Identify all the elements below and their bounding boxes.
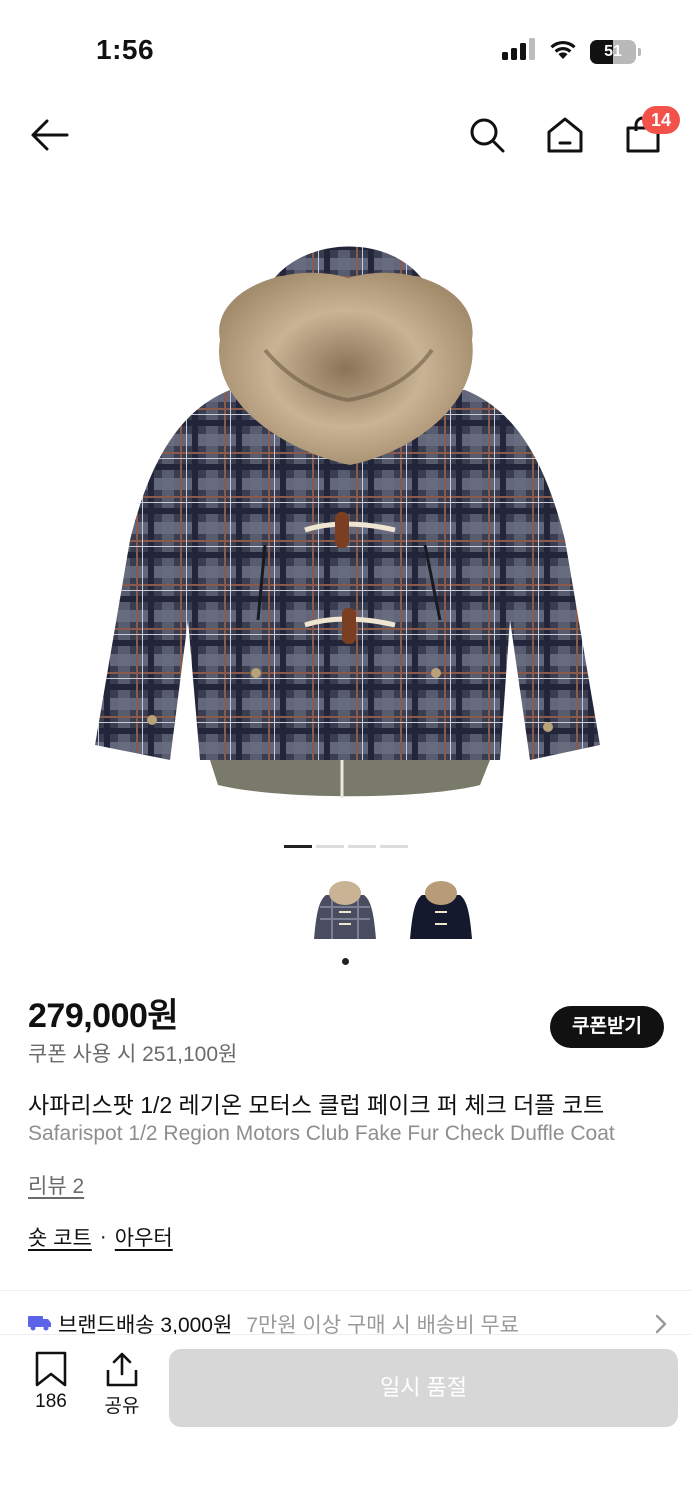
- bookmark-icon: [35, 1351, 67, 1387]
- category-separator: ·: [99, 1225, 107, 1248]
- battery-cap: [638, 47, 641, 56]
- thumbnail-check[interactable]: [306, 870, 384, 954]
- review-link[interactable]: 리뷰 2: [28, 1170, 84, 1200]
- battery-level: 51: [604, 42, 622, 60]
- title-fade-overlay: [622, 1118, 692, 1152]
- gallery-pagination: [284, 845, 408, 848]
- back-button[interactable]: [26, 112, 72, 158]
- duffle-coat-image: [95, 246, 600, 798]
- search-button[interactable]: [464, 112, 510, 158]
- truck-icon: [28, 1312, 52, 1336]
- wifi-icon: [548, 38, 578, 65]
- section-divider: [0, 1290, 692, 1291]
- gallery-dot: [284, 845, 312, 848]
- product-title-english: Safarispot 1/2 Region Motors Club Fake F…: [28, 1122, 615, 1145]
- battery-icon: 51: [590, 39, 641, 64]
- coupon-price: 쿠폰 사용 시 251,100원: [28, 1043, 238, 1066]
- product-image[interactable]: [60, 200, 632, 820]
- search-icon: [470, 118, 505, 153]
- category-short-coat[interactable]: 숏 코트: [28, 1222, 92, 1252]
- share-icon: [106, 1352, 138, 1387]
- status-time: 1:56: [96, 34, 155, 65]
- home-icon: [547, 117, 583, 153]
- signal-icon: [502, 38, 536, 65]
- gallery-dot: [380, 845, 408, 848]
- shipping-condition: 7만원 이상 구매 시 배송비 무료: [246, 1314, 520, 1336]
- product-title-korean: 사파리스팟 1/2 레기온 모터스 클럽 페이크 퍼 체크 더플 코트: [28, 1092, 605, 1118]
- cart-button[interactable]: 14: [620, 106, 680, 158]
- sold-out-button[interactable]: 일시 품절: [169, 1349, 678, 1427]
- thumbnail-check-image: [314, 881, 376, 939]
- chevron-right-icon: [654, 1314, 668, 1336]
- thumbnail-indicator: [342, 958, 349, 965]
- thumbnail-navy-image: [410, 881, 472, 939]
- share-button[interactable]: 공유: [104, 1351, 140, 1418]
- product-price: 279,000원: [28, 997, 179, 1035]
- bookmark-button[interactable]: 186: [34, 1351, 68, 1413]
- status-bar: 1:56 51: [0, 0, 692, 100]
- top-navigation: 14: [0, 100, 692, 170]
- status-icons: 51: [502, 38, 641, 65]
- gallery-dot: [316, 845, 344, 848]
- get-coupon-button[interactable]: 쿠폰받기: [550, 1006, 664, 1048]
- thumbnail-list: [306, 870, 480, 954]
- shipping-info-row[interactable]: 브랜드배송 3,000원 7만원 이상 구매 시 배송비 무료: [28, 1312, 668, 1336]
- home-button[interactable]: [542, 112, 588, 158]
- share-label: 공유: [104, 1396, 140, 1417]
- thumbnail-navy[interactable]: [402, 870, 480, 954]
- category-outer[interactable]: 아우터: [115, 1222, 173, 1252]
- gallery-dot: [348, 845, 376, 848]
- shipping-label: 브랜드배송 3,000원: [58, 1314, 233, 1336]
- category-breadcrumb: 숏 코트 · 아우터: [28, 1222, 173, 1252]
- arrow-left-icon: [31, 119, 69, 151]
- cart-count-badge: 14: [642, 106, 680, 134]
- bottom-action-bar: 186 공유 일시 품절: [0, 1334, 692, 1500]
- bookmark-count: 186: [35, 1391, 67, 1412]
